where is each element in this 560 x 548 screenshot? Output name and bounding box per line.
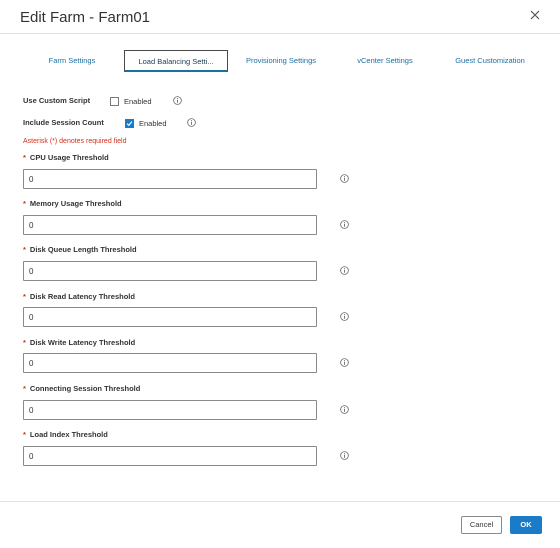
disk-queue-length-threshold-input[interactable] bbox=[23, 261, 317, 281]
disk-read-latency-threshold-label: * Disk Read Latency Threshold bbox=[23, 292, 135, 301]
disk-queue-length-threshold-label: * Disk Queue Length Threshold bbox=[23, 245, 137, 254]
tab-provisioning-settings[interactable]: Provisioning Settings bbox=[240, 50, 322, 72]
field-label-text: CPU Usage Threshold bbox=[29, 153, 109, 162]
info-icon[interactable] bbox=[340, 358, 349, 367]
dialog-title: Edit Farm - Farm01 bbox=[20, 9, 151, 26]
required-asterisk: * bbox=[23, 292, 26, 301]
field-label-text: Load Index Threshold bbox=[29, 430, 108, 439]
tab-bar: Farm Settings Load Balancing Setti... Pr… bbox=[0, 50, 560, 74]
required-asterisk: * bbox=[23, 338, 26, 347]
info-icon[interactable] bbox=[340, 266, 349, 275]
tab-farm-settings[interactable]: Farm Settings bbox=[44, 50, 100, 72]
tab-guest-customization[interactable]: Guest Customization bbox=[449, 50, 531, 72]
connecting-session-threshold-label: * Connecting Session Threshold bbox=[23, 384, 140, 393]
info-icon[interactable] bbox=[173, 96, 182, 105]
required-asterisk: * bbox=[23, 245, 26, 254]
ok-button[interactable]: OK bbox=[510, 516, 542, 534]
disk-read-latency-threshold-input[interactable] bbox=[23, 307, 317, 327]
memory-usage-threshold-label: * Memory Usage Threshold bbox=[23, 199, 122, 208]
cpu-usage-threshold-label: * CPU Usage Threshold bbox=[23, 153, 109, 162]
connecting-session-threshold-input[interactable] bbox=[23, 400, 317, 420]
close-icon[interactable] bbox=[528, 8, 542, 22]
field-label-text: Disk Queue Length Threshold bbox=[29, 245, 137, 254]
custom-script-label: Use Custom Script bbox=[23, 96, 91, 105]
disk-write-latency-threshold-label: * Disk Write Latency Threshold bbox=[23, 338, 135, 347]
info-icon[interactable] bbox=[340, 312, 349, 321]
required-asterisk: * bbox=[23, 199, 26, 208]
load-index-threshold-input[interactable] bbox=[23, 446, 317, 466]
session-count-enabled-label: Enabled bbox=[139, 119, 167, 128]
field-label-text: Disk Read Latency Threshold bbox=[29, 292, 135, 301]
field-label-text: Connecting Session Threshold bbox=[29, 384, 141, 393]
field-label-text: Disk Write Latency Threshold bbox=[29, 338, 136, 347]
custom-script-enabled-label: Enabled bbox=[124, 97, 152, 106]
memory-usage-threshold-input[interactable] bbox=[23, 215, 317, 235]
field-label-text: Memory Usage Threshold bbox=[29, 199, 122, 208]
info-icon[interactable] bbox=[340, 220, 349, 229]
header-divider bbox=[0, 33, 560, 34]
info-icon[interactable] bbox=[340, 405, 349, 414]
cpu-usage-threshold-input[interactable] bbox=[23, 169, 317, 189]
required-asterisk: * bbox=[23, 430, 26, 439]
footer-divider bbox=[0, 501, 560, 502]
required-field-note: Asterisk (*) denotes required field bbox=[23, 138, 127, 145]
custom-script-checkbox[interactable] bbox=[110, 97, 119, 106]
required-asterisk: * bbox=[23, 153, 26, 162]
tab-load-balancing-settings[interactable]: Load Balancing Setti... bbox=[124, 50, 228, 72]
info-icon[interactable] bbox=[187, 118, 196, 127]
info-icon[interactable] bbox=[340, 174, 349, 183]
required-asterisk: * bbox=[23, 384, 26, 393]
disk-write-latency-threshold-input[interactable] bbox=[23, 353, 317, 373]
info-icon[interactable] bbox=[340, 451, 349, 460]
cancel-button[interactable]: Cancel bbox=[461, 516, 502, 534]
load-index-threshold-label: * Load Index Threshold bbox=[23, 430, 108, 439]
session-count-checkbox[interactable] bbox=[125, 119, 134, 128]
tab-vcenter-settings[interactable]: vCenter Settings bbox=[352, 50, 418, 72]
session-count-label: Include Session Count bbox=[23, 118, 104, 127]
